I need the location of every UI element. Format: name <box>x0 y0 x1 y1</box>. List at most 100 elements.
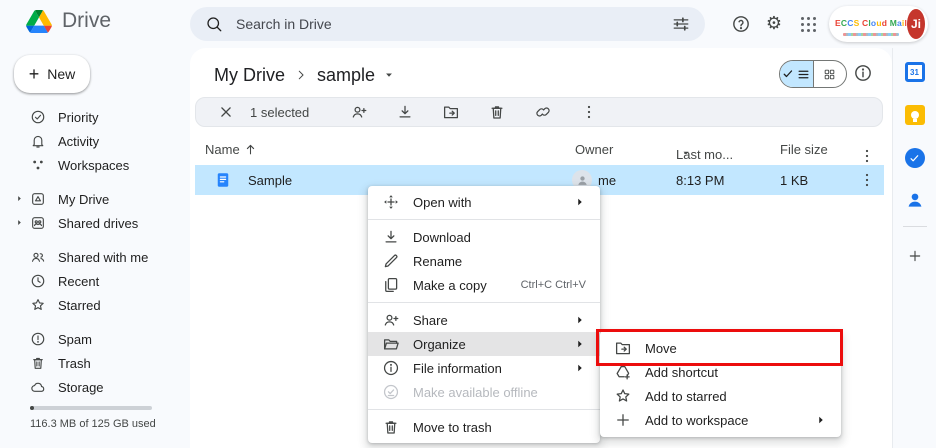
submenu-item-move[interactable]: Move <box>600 336 841 360</box>
list-view-icon <box>797 68 810 81</box>
check-icon <box>782 68 794 80</box>
sidebar-item-recent[interactable]: Recent <box>0 269 190 293</box>
list-view-button[interactable] <box>780 61 813 87</box>
sidebar-item-priority[interactable]: Priority <box>0 105 190 129</box>
submenu-item-add-to-workspace[interactable]: Add to workspace <box>600 408 841 432</box>
drive-sq-icon <box>30 191 46 207</box>
google-drive-window: Drive Search in Drive ⚙ ECCS Cloud Mail … <box>0 0 936 448</box>
caret-down-icon[interactable] <box>382 68 396 82</box>
expander-arrow-icon[interactable] <box>15 194 24 203</box>
menu-item-make-a-copy[interactable]: Make a copyCtrl+C Ctrl+V <box>368 273 600 297</box>
offline-icon <box>382 383 400 401</box>
column-header-size[interactable]: File size <box>780 142 828 157</box>
search-icon <box>205 15 223 33</box>
sidebar-item-starred[interactable]: Starred <box>0 293 190 317</box>
breadcrumb: My Drive sample <box>214 61 396 89</box>
clock-icon <box>30 273 46 289</box>
shared-drive-icon <box>30 215 46 231</box>
download-icon <box>382 228 400 246</box>
dots-v-button[interactable] <box>580 103 598 121</box>
sidebar: + New Priority Activity Workspaces My Drive… <box>0 48 190 448</box>
calendar-app-icon[interactable]: 31 <box>905 62 925 82</box>
folder-move-button[interactable] <box>442 103 460 121</box>
star-icon <box>30 297 46 313</box>
apps-grid-icon <box>801 17 816 32</box>
sidebar-item-trash[interactable]: Trash <box>0 351 190 375</box>
apps-grid-button[interactable] <box>796 12 820 36</box>
menu-item-label: Add to workspace <box>645 413 802 428</box>
trash-icon <box>382 418 400 436</box>
check-circle-icon <box>30 109 46 125</box>
sidebar-section: SpamTrashStorage <box>0 327 190 399</box>
help-button[interactable] <box>729 12 753 36</box>
breadcrumb-root[interactable]: My Drive <box>214 65 285 86</box>
table-options-button[interactable] <box>858 142 876 160</box>
sidebar-item-my-drive[interactable]: My Drive <box>0 187 190 211</box>
file-size: 1 KB <box>780 173 808 188</box>
file-more-button[interactable] <box>858 171 876 189</box>
view-toggle <box>779 60 847 88</box>
close-icon <box>217 103 235 121</box>
expander-arrow-icon[interactable] <box>15 218 24 227</box>
sidebar-item-activity[interactable]: Activity <box>0 129 190 153</box>
search-bar[interactable]: Search in Drive <box>190 7 705 41</box>
keep-app-icon[interactable] <box>905 105 925 125</box>
menu-item-file-information[interactable]: File information <box>368 356 600 380</box>
menu-item-label: File information <box>413 361 561 376</box>
sidebar-item-shared-with-me[interactable]: Shared with me <box>0 245 190 269</box>
details-button[interactable] <box>853 63 873 83</box>
download-button[interactable] <box>396 103 414 121</box>
column-header-name[interactable]: Name <box>205 142 240 157</box>
person-add-button[interactable] <box>350 103 368 121</box>
sort-ascending-icon[interactable] <box>243 142 258 157</box>
people-icon <box>30 249 46 265</box>
submenu-arrow-icon <box>574 338 586 350</box>
sidebar-item-label: Starred <box>52 298 101 313</box>
settings-button[interactable]: ⚙ <box>762 12 786 36</box>
tasks-app-icon[interactable] <box>905 148 925 168</box>
menu-item-label: Make available offline <box>413 385 586 400</box>
trash-button[interactable] <box>488 103 506 121</box>
menu-item-label: Move <box>645 341 827 356</box>
sidebar-item-storage[interactable]: Storage <box>0 375 190 399</box>
sidebar-item-shared-drives[interactable]: Shared drives <box>0 211 190 235</box>
menu-item-download[interactable]: Download <box>368 225 600 249</box>
drive-logo[interactable]: Drive <box>26 9 111 33</box>
get-addons-button[interactable] <box>905 246 925 266</box>
workspaces-icon <box>30 157 46 173</box>
sidebar-section: Priority Activity Workspaces <box>0 105 190 177</box>
new-button[interactable]: + New <box>14 55 90 93</box>
link-button[interactable] <box>534 103 552 121</box>
submenu-item-add-shortcut[interactable]: Add shortcut <box>600 360 841 384</box>
eccs-cloud-mail-badge[interactable]: ECCS Cloud Mail Ji <box>829 6 928 42</box>
copy-icon <box>382 276 400 294</box>
column-header-owner[interactable]: Owner <box>575 142 613 157</box>
star-icon <box>614 387 632 405</box>
contacts-app-icon[interactable] <box>905 190 925 210</box>
account-avatar[interactable]: Ji <box>907 9 925 39</box>
breadcrumb-current[interactable]: sample <box>317 65 375 86</box>
menu-item-rename[interactable]: Rename <box>368 249 600 273</box>
chevron-right-icon <box>294 68 308 82</box>
menu-item-move-to-trash[interactable]: Move to trash <box>368 415 600 439</box>
menu-item-share[interactable]: Share <box>368 308 600 332</box>
grid-view-button[interactable] <box>813 61 847 87</box>
menu-item-open-with[interactable]: Open with <box>368 190 600 214</box>
sidebar-item-label: Activity <box>52 134 99 149</box>
sidebar-item-spam[interactable]: Spam <box>0 327 190 351</box>
gear-icon: ⚙ <box>766 15 782 33</box>
more-options-icon <box>858 147 876 165</box>
selection-toolbar: 1 selected <box>195 97 883 127</box>
menu-item-make-available-offline: Make available offline <box>368 380 600 404</box>
menu-divider <box>368 409 600 410</box>
sidebar-item-workspaces[interactable]: Workspaces <box>0 153 190 177</box>
submenu-arrow-icon <box>574 362 586 374</box>
clear-selection-button[interactable] <box>217 103 235 121</box>
search-input[interactable]: Search in Drive <box>236 16 659 32</box>
submenu-item-add-to-starred[interactable]: Add to starred <box>600 384 841 408</box>
sidebar-nav: PriorityActivityWorkspacesMy DriveShared… <box>0 105 190 399</box>
menu-item-label: Organize <box>413 337 561 352</box>
search-filters-icon[interactable] <box>672 15 690 33</box>
submenu-arrow-icon <box>574 314 586 326</box>
menu-item-organize[interactable]: Organize <box>368 332 600 356</box>
